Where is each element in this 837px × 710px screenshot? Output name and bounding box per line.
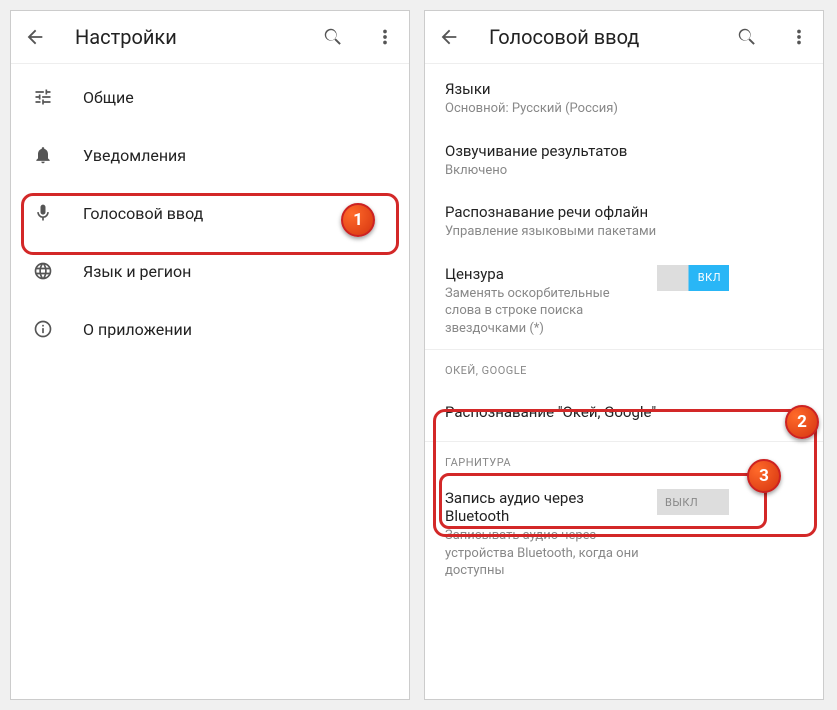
settings-item-about[interactable]: О приложении [11,300,409,358]
settings-item-label: Голосовой ввод [83,204,203,223]
setting-subtitle: Основной: Русский (Россия) [445,100,803,118]
back-arrow-icon[interactable] [23,25,47,49]
setting-subtitle: Включено [445,162,803,180]
section-header-ok-google: Окей, Google [425,350,823,385]
settings-item-label: Язык и регион [83,262,191,281]
setting-languages[interactable]: Языки Основной: Русский (Россия) [425,68,823,130]
setting-title: Запись аудио через Bluetooth [445,489,645,525]
settings-screen: Настройки Общие Уведомления [10,10,410,700]
setting-title: Распознавание речи офлайн [445,203,803,221]
more-vert-icon[interactable] [787,25,811,49]
tune-icon [31,87,55,107]
setting-title: Распознавание "Окей, Google" [445,403,803,421]
more-vert-icon[interactable] [373,25,397,49]
censor-toggle[interactable]: ВКЛ [657,265,729,291]
search-icon[interactable] [321,25,345,49]
section-header-headset: Гарнитура [425,442,823,477]
settings-item-label: О приложении [83,320,192,339]
settings-item-language[interactable]: Язык и регион [11,242,409,300]
search-icon[interactable] [735,25,759,49]
setting-title: Цензура [445,265,645,283]
back-arrow-icon[interactable] [437,25,461,49]
setting-tts[interactable]: Озвучивание результатов Включено [425,130,823,192]
settings-item-general[interactable]: Общие [11,68,409,126]
voice-settings-screen: Голосовой ввод Языки Основной: Русский (… [424,10,824,700]
page-title: Голосовой ввод [489,25,707,49]
globe-icon [31,261,55,281]
bluetooth-toggle[interactable]: ВЫКЛ [657,489,729,515]
settings-item-voice[interactable]: Голосовой ввод [11,184,409,242]
voice-settings-list: Языки Основной: Русский (Россия) Озвучив… [425,64,823,699]
settings-item-label: Уведомления [83,146,186,165]
setting-title: Озвучивание результатов [445,142,803,160]
settings-item-label: Общие [83,88,134,107]
setting-offline[interactable]: Распознавание речи офлайн Управление язы… [425,191,823,253]
mic-icon [31,203,55,223]
setting-title: Языки [445,80,803,98]
setting-bluetooth-audio[interactable]: Запись аудио через Bluetooth Записывать … [425,477,823,592]
info-icon [31,319,55,339]
setting-subtitle: Заменять оскорбительные слова в строке п… [445,285,645,338]
setting-subtitle: Записывать аудио через устройства Blueto… [445,527,645,580]
setting-ok-google-recognition[interactable]: Распознавание "Окей, Google" [425,385,823,441]
setting-subtitle: Управление языковыми пакетами [445,223,803,241]
settings-list: Общие Уведомления Голосовой ввод Язык и … [11,64,409,699]
page-title: Настройки [75,25,293,49]
setting-censor[interactable]: Цензура Заменять оскорбительные слова в … [425,253,823,350]
bell-icon [31,145,55,165]
settings-item-notifications[interactable]: Уведомления [11,126,409,184]
toolbar: Настройки [11,11,409,64]
toolbar: Голосовой ввод [425,11,823,64]
